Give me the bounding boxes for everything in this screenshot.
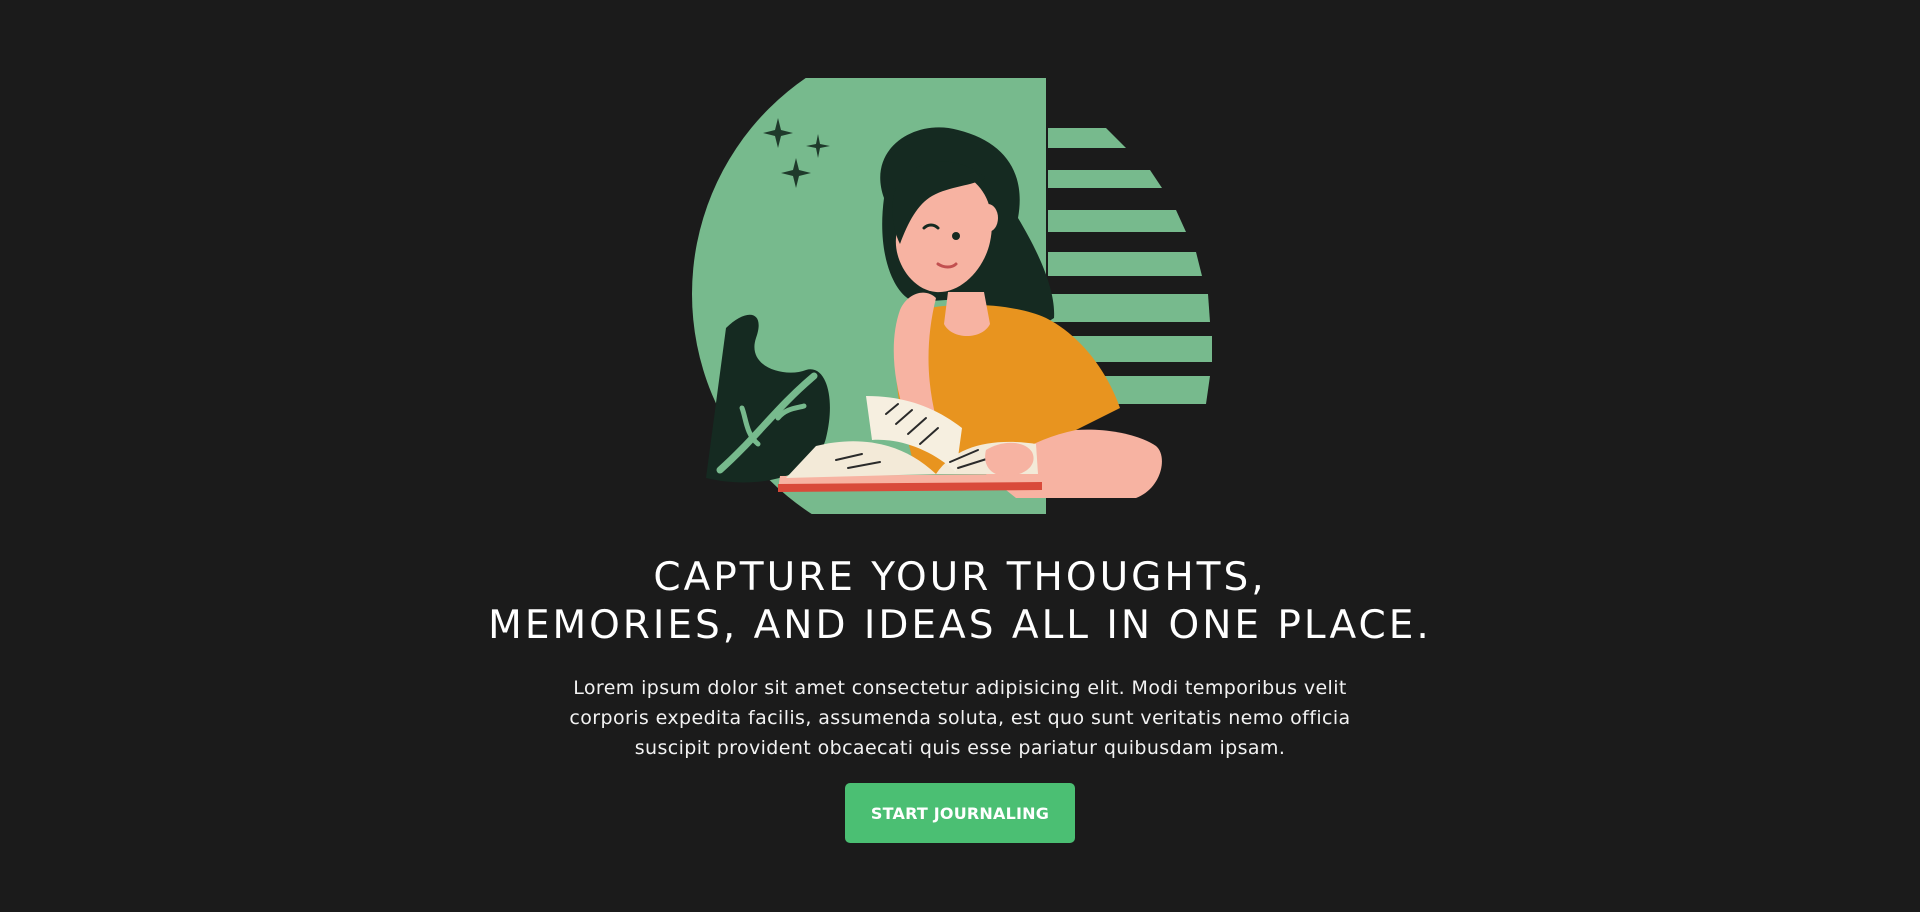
headline-line-2: MEMORIES, AND IDEAS ALL IN ONE PLACE. [488,603,1432,648]
hero-description: Lorem ipsum dolor sit amet consectetur a… [569,677,1351,759]
hero-section: CAPTURE YOUR THOUGHTS, MEMORIES, AND IDE… [0,0,1920,912]
neck [944,292,990,336]
start-journaling-button[interactable]: START JOURNALING [845,783,1075,843]
hero-illustration [686,78,1226,514]
headline-line-1: CAPTURE YOUR THOUGHTS, [653,555,1267,600]
hero-headline: CAPTURE YOUR THOUGHTS, MEMORIES, AND IDE… [0,554,1920,650]
